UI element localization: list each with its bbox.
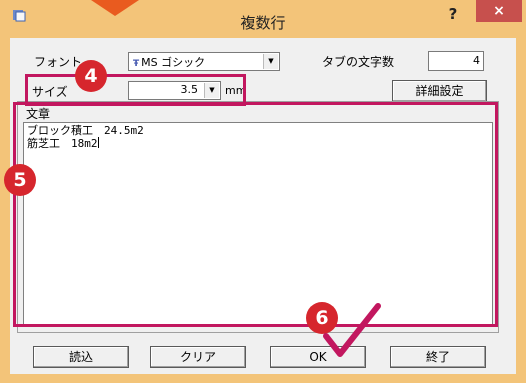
- check-mark-icon: [323, 303, 381, 357]
- font-select[interactable]: Ŧ MS ゴシック ▼: [128, 52, 280, 71]
- pointer-arrow-annotation: [91, 0, 139, 16]
- exit-button[interactable]: 終了: [390, 346, 486, 368]
- tab-count-label: タブの文字数: [322, 55, 395, 69]
- detail-settings-button[interactable]: 詳細設定: [392, 80, 487, 102]
- dialog-window: 複数行 ? × フォント Ŧ MS ゴシック ▼ タブの文字数 4 サイズ 3.5…: [0, 0, 526, 383]
- step-badge-4: 4: [75, 60, 107, 92]
- close-button[interactable]: ×: [476, 0, 522, 22]
- help-button[interactable]: ?: [438, 2, 468, 26]
- text-highlight-frame: [13, 102, 498, 327]
- clear-button[interactable]: クリア: [150, 346, 246, 368]
- title-bar[interactable]: 複数行 ? ×: [0, 0, 526, 36]
- tab-count-input[interactable]: 4: [428, 51, 484, 71]
- step-badge-5: 5: [4, 164, 36, 196]
- font-value: MS ゴシック: [141, 56, 206, 69]
- load-button[interactable]: 読込: [33, 346, 129, 368]
- truetype-font-icon: Ŧ: [133, 59, 140, 69]
- chevron-down-icon[interactable]: ▼: [263, 54, 278, 69]
- font-label: フォント: [34, 55, 83, 69]
